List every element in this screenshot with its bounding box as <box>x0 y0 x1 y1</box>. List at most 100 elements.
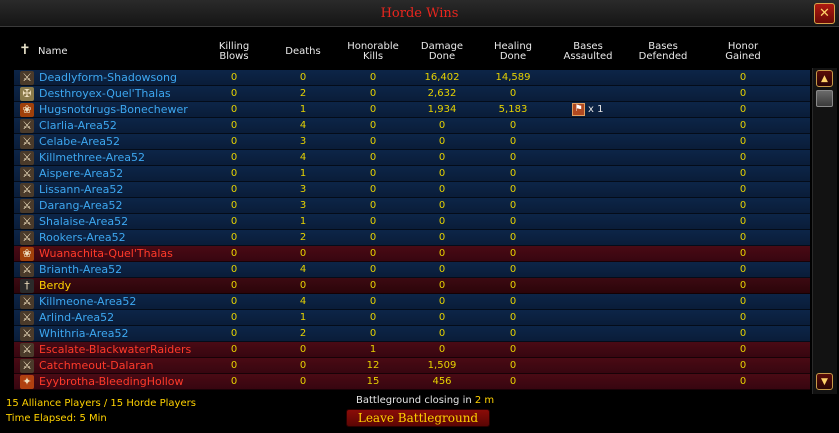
player-row[interactable]: ✦ Eyybrotha-BleedingHollow 0 0 15 456 0 0 <box>14 374 810 390</box>
player-row[interactable]: ⚔ Whithria-Area52 0 2 0 0 0 0 <box>14 326 810 342</box>
cell-hk: 1 <box>369 344 377 355</box>
player-row[interactable]: ⚔ Aispere-Area52 0 1 0 0 0 0 <box>14 166 810 182</box>
player-row[interactable]: ⚔ Killmeone-Area52 0 4 0 0 0 0 <box>14 294 810 310</box>
header-kb[interactable]: Killing Blows <box>194 42 274 62</box>
header-heal[interactable]: Healing Done <box>473 42 553 62</box>
warrior-icon: ⚔ <box>20 263 34 277</box>
player-row[interactable]: ❀ Wuanachita-Quel'Thalas 0 0 0 0 0 0 <box>14 246 810 262</box>
player-name[interactable]: Darang-Area52 <box>39 199 122 212</box>
scroll-up-button[interactable]: ▲ <box>816 70 833 87</box>
player-row[interactable]: ⚔ Brianth-Area52 0 4 0 0 0 0 <box>14 262 810 278</box>
cell-kb: 0 <box>230 296 238 307</box>
player-name[interactable]: Hugsnotdrugs-Bonechewer <box>39 103 188 116</box>
cell-assault: x 1 <box>588 104 604 115</box>
cell-dmg: 1,934 <box>427 104 457 115</box>
cell-honor: 0 <box>739 168 747 179</box>
player-name[interactable]: Berdy <box>39 279 71 292</box>
leave-battleground-button[interactable]: Leave Battleground <box>346 409 490 427</box>
cell-heal: 0 <box>509 360 517 371</box>
cell-honor: 0 <box>739 88 747 99</box>
header-defend[interactable]: Bases Defended <box>623 42 703 62</box>
cell-honor: 0 <box>739 328 747 339</box>
scrollbar[interactable]: ▲ ▼ <box>812 68 837 396</box>
cell-deaths: 1 <box>299 216 307 227</box>
cell-kb: 0 <box>230 200 238 211</box>
player-row[interactable]: ✠ Desthroyex-Quel'Thalas 0 2 0 2,632 0 0 <box>14 86 810 102</box>
player-row[interactable]: ⚔ Shalaise-Area52 0 1 0 0 0 0 <box>14 214 810 230</box>
warrior-icon: ⚔ <box>20 151 34 165</box>
player-name[interactable]: Shalaise-Area52 <box>39 215 128 228</box>
player-row[interactable]: ⚔ Darang-Area52 0 3 0 0 0 0 <box>14 198 810 214</box>
scroll-thumb[interactable] <box>816 90 833 107</box>
cell-kb: 0 <box>230 88 238 99</box>
flag-icon: ⚑ <box>572 103 585 116</box>
player-name[interactable]: Whithria-Area52 <box>39 327 129 340</box>
cell-deaths: 2 <box>299 88 307 99</box>
cell-heal: 5,183 <box>498 104 528 115</box>
header-honor[interactable]: Honor Gained <box>703 42 783 62</box>
player-name[interactable]: Catchmeout-Dalaran <box>39 359 153 372</box>
player-row[interactable]: ⚔ Lissann-Area52 0 3 0 0 0 0 <box>14 182 810 198</box>
header-assault[interactable]: Bases Assaulted <box>548 42 628 62</box>
cell-hk: 0 <box>369 136 377 147</box>
player-row[interactable]: ⚔ Killmethree-Area52 0 4 0 0 0 0 <box>14 150 810 166</box>
cell-heal: 0 <box>509 248 517 259</box>
player-name[interactable]: Clarlia-Area52 <box>39 119 117 132</box>
cell-hk: 0 <box>369 296 377 307</box>
cell-dmg: 2,632 <box>427 88 457 99</box>
cell-hk: 0 <box>369 216 377 227</box>
cell-honor: 0 <box>739 184 747 195</box>
player-row[interactable]: † Berdy 0 0 0 0 0 0 <box>14 278 810 294</box>
cell-dmg: 0 <box>438 200 446 211</box>
druid-icon: ❀ <box>20 103 34 117</box>
header-dmg[interactable]: Damage Done <box>402 42 482 62</box>
header-deaths[interactable]: Deaths <box>263 47 343 57</box>
player-counts: 15 Alliance Players / 15 Horde Players <box>6 398 196 409</box>
player-name[interactable]: Rookers-Area52 <box>39 231 126 244</box>
sort-sword-icon[interactable]: ✝ <box>19 42 31 58</box>
player-name[interactable]: Killmeone-Area52 <box>39 295 136 308</box>
row-divider <box>14 389 810 390</box>
player-row[interactable]: ⚔ Catchmeout-Dalaran 0 0 12 1,509 0 0 <box>14 358 810 374</box>
cell-kb: 0 <box>230 104 238 115</box>
cell-heal: 0 <box>509 280 517 291</box>
warrior-icon: ⚔ <box>20 119 34 133</box>
cell-honor: 0 <box>739 200 747 211</box>
cell-deaths: 2 <box>299 232 307 243</box>
player-row[interactable]: ⚔ Celabe-Area52 0 3 0 0 0 0 <box>14 134 810 150</box>
warrior-icon: ⚔ <box>20 167 34 181</box>
header-hk[interactable]: Honorable Kills <box>333 42 413 62</box>
time-elapsed: Time Elapsed: 5 Min <box>6 413 107 424</box>
player-name[interactable]: Killmethree-Area52 <box>39 151 145 164</box>
player-name[interactable]: Deadlyform-Shadowsong <box>39 71 177 84</box>
player-name[interactable]: Brianth-Area52 <box>39 263 122 276</box>
player-row[interactable]: ⚔ Escalate-BlackwaterRaiders 0 0 1 0 0 0 <box>14 342 810 358</box>
player-row[interactable]: ⚔ Rookers-Area52 0 2 0 0 0 0 <box>14 230 810 246</box>
player-name[interactable]: Wuanachita-Quel'Thalas <box>39 247 173 260</box>
header-name[interactable]: Name <box>38 47 98 57</box>
player-row[interactable]: ⚔ Clarlia-Area52 0 4 0 0 0 0 <box>14 118 810 134</box>
cell-deaths: 4 <box>299 120 307 131</box>
close-button[interactable]: ✕ <box>814 3 835 24</box>
cell-heal: 0 <box>509 120 517 131</box>
player-name[interactable]: Eyybrotha-BleedingHollow <box>39 375 184 388</box>
player-row[interactable]: ❀ Hugsnotdrugs-Bonechewer 0 1 0 1,934 5,183 0 ⚑ x… <box>14 102 810 118</box>
druid-icon: ❀ <box>20 247 34 261</box>
player-name[interactable]: Lissann-Area52 <box>39 183 123 196</box>
player-name[interactable]: Celabe-Area52 <box>39 135 120 148</box>
cell-kb: 0 <box>230 232 238 243</box>
warrior-icon: ⚔ <box>20 183 34 197</box>
cell-dmg: 0 <box>438 168 446 179</box>
warrior-icon: ⚔ <box>20 135 34 149</box>
window-title: Horde Wins <box>380 6 459 21</box>
player-row[interactable]: ⚔ Arlind-Area52 0 1 0 0 0 0 <box>14 310 810 326</box>
player-name[interactable]: Arlind-Area52 <box>39 311 114 324</box>
player-name[interactable]: Aispere-Area52 <box>39 167 123 180</box>
player-name[interactable]: Escalate-BlackwaterRaiders <box>39 343 191 356</box>
player-name[interactable]: Desthroyex-Quel'Thalas <box>39 87 171 100</box>
scroll-down-button[interactable]: ▼ <box>816 373 833 390</box>
cell-hk: 15 <box>366 376 380 387</box>
player-row[interactable]: ⚔ Deadlyform-Shadowsong 0 0 0 16,402 14,589 0 <box>14 70 810 86</box>
cell-honor: 0 <box>739 232 747 243</box>
cell-dmg: 0 <box>438 280 446 291</box>
